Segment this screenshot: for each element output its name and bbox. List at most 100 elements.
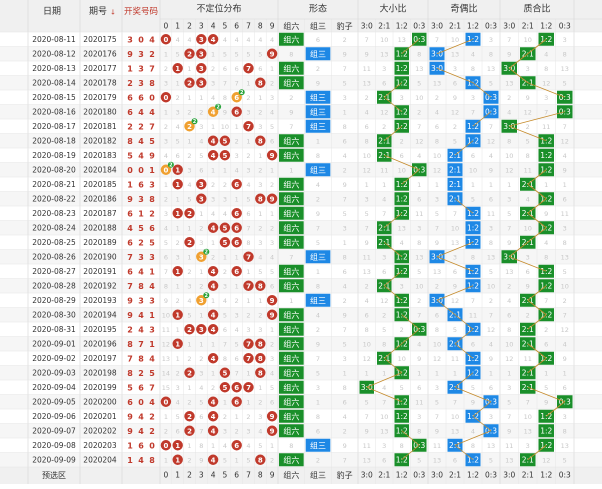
digit-ball-label: 7 [246,282,251,290]
draw-digit: 3 [138,253,144,262]
miss-count: 2 [187,108,191,116]
footer-digit: 9 [270,471,275,480]
miss-count: 5 [223,311,227,319]
odd-miss: 13 [451,427,459,435]
size-miss: 13 [380,50,388,58]
prime-miss: 11 [524,166,532,174]
draw-digit: 1 [149,267,155,276]
miss-count: 3 [223,195,227,203]
odd-miss: 13 [433,456,441,464]
draw-digit: 9 [127,427,133,436]
draw-digit: 2 [149,50,155,59]
form-miss: 2 [316,326,320,334]
prime-subheader: 1:2 [540,22,552,31]
miss-count: 4 [211,210,215,218]
digit-ball-label: 9 [270,195,275,203]
draw-digit: 1 [127,456,133,465]
miss-count: 3 [258,123,262,131]
draw-digit: 4 [138,108,144,117]
prime-miss: 4 [507,297,511,305]
form-marker-label: 组三 [310,92,326,102]
form-marker-label: 组六 [283,339,299,349]
digit-ball-label: 5 [222,239,227,247]
miss-count: 1 [211,340,215,348]
odd-miss: 4 [471,427,475,435]
prime-subheader: 0:3 [559,22,571,31]
miss-count: 9 [223,108,227,116]
date-cell: 2020-09-07 [32,426,76,435]
odd-marker-label: 2:1 [449,180,461,189]
size-miss: 13 [415,253,423,261]
prime-miss: 5 [563,268,567,276]
form-miss: 6 [343,268,347,276]
size-miss: 4 [400,239,404,247]
period-cell: 2020188 [83,223,117,232]
odd-miss: 1 [453,369,457,377]
period-cell: 2020201 [83,412,117,421]
prime-miss: 4 [563,340,567,348]
miss-count: 2 [176,369,180,377]
size-miss: 4 [382,195,386,203]
period-cell: 2020180 [83,107,117,116]
size-miss: 11 [380,166,388,174]
size-miss: 11 [363,253,371,261]
form-miss: 2 [343,297,347,305]
size-miss: 10 [380,413,388,421]
prime-miss: 3 [526,253,530,261]
draw-digit: 8 [138,354,144,363]
miss-count: 2 [176,297,180,305]
period-cell: 2020189 [83,238,117,247]
draw-header: 开奖号码 [124,6,158,17]
form-marker-label: 组六 [283,411,299,421]
odd-miss: 9 [489,166,493,174]
miss-count: 1 [187,384,191,392]
miss-count: 3 [199,239,203,247]
digit-ball-label: 1 [175,65,180,73]
miss-count: 1 [211,239,215,247]
digit-ball-label: 0 [163,94,168,102]
miss-count: 1 [176,79,180,87]
odd-subheader: 2:1 [449,22,461,31]
draw-digit: 6 [127,108,133,117]
size-miss: 5 [365,398,369,406]
size-miss: 1 [365,369,369,377]
miss-count: 2 [199,355,203,363]
footer-digit: 4 [211,471,216,480]
digit-header: 0 [164,22,169,31]
miss-count: 5 [246,50,250,58]
miss-count: 2 [235,427,239,435]
dup-badge-label: 2 [216,105,220,111]
miss-count: 3 [258,181,262,189]
draw-digit: 7 [127,253,133,262]
form-miss: 7 [289,123,293,131]
prime-miss: 12 [505,166,513,174]
draw-digit: 9 [127,195,133,204]
form-miss: 2 [316,456,320,464]
digit-ball-label: 5 [222,137,227,145]
form-miss: 7 [343,456,347,464]
miss-count: 2 [176,94,180,102]
odd-miss: 8 [489,239,493,247]
draw-digit: 6 [138,383,144,392]
size-miss: 7 [417,123,421,131]
odd-miss: 12 [433,166,441,174]
form-marker-label: 组六 [283,281,299,291]
miss-count: 2 [223,268,227,276]
prime-miss: 1 [544,181,548,189]
digit-ball-label: 1 [175,442,180,450]
footer-odd: 1:2 [467,471,479,480]
draw-digit: 3 [138,79,144,88]
digit-ball-label: 4 [211,268,216,276]
draw-digit: 5 [149,238,155,247]
miss-count: 3 [270,355,274,363]
miss-count: 3 [258,326,262,334]
odd-miss: 10 [433,340,441,348]
size-subheader: 1:2 [396,22,408,31]
size-subheader: 2:1 [378,22,390,31]
size-miss: 13 [415,65,423,73]
draw-digit: 2 [149,412,155,421]
odd-miss: 6 [435,123,439,131]
prime-subheader: 2:1 [522,22,534,31]
miss-count: 13 [162,355,170,363]
miss-count: 9 [164,297,168,305]
